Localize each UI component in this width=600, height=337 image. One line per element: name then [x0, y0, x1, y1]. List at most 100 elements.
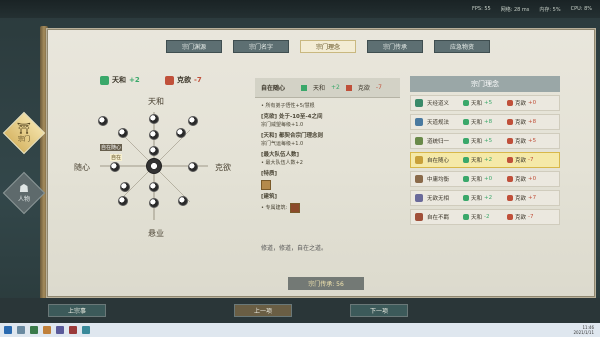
tianhe-label: 天和 [471, 101, 483, 107]
net-readout: 网络: 28 ms [500, 6, 530, 13]
keyu-icon [507, 214, 513, 220]
keyu-icon [507, 100, 513, 106]
keyu-icon [507, 138, 513, 144]
tab-name[interactable]: 宗门名字 [233, 40, 289, 53]
keyu-stat: 克欲 -7 [507, 213, 547, 221]
diagram-node[interactable] [178, 196, 188, 206]
fps-readout: FPS: 55 [472, 6, 491, 12]
philosophy-icon [415, 118, 423, 126]
detail-line: [天和] 都契合宗门理念则 [261, 133, 323, 139]
keyu-label: 克欲 [515, 215, 527, 221]
diagram-node[interactable] [149, 182, 159, 192]
label-right: 克欲 [215, 163, 231, 172]
detail-line: • 所有弟子悟性+5/慧根 [261, 103, 315, 109]
search-icon[interactable] [17, 326, 25, 334]
diagram-node[interactable] [176, 128, 186, 138]
app-icon[interactable] [56, 326, 64, 334]
keyu-val: +0 [528, 100, 537, 106]
tab-origin[interactable]: 宗门渊源 [166, 40, 222, 53]
keyu-val: +7 [528, 195, 537, 201]
diagram-node[interactable] [118, 196, 128, 206]
tab-heritage[interactable]: 宗门传承 [367, 40, 423, 53]
philosophy-row[interactable]: 自在不羁 天和 -2 克欲 -7 [410, 209, 560, 225]
tianhe-val: +5 [484, 100, 493, 106]
tianhe-label: 天和 [471, 177, 483, 183]
trait-icon[interactable] [261, 180, 271, 190]
diagram-node[interactable] [149, 130, 159, 140]
detail-line: 宗门威望每级+1.0 [261, 122, 304, 128]
sect-affairs-button[interactable]: 上宗事 [48, 304, 106, 317]
detail-keyu: 克欲 [357, 85, 370, 92]
next-button[interactable]: 下一项 [350, 304, 408, 317]
diagram-node[interactable] [118, 128, 128, 138]
building-icon[interactable] [290, 203, 301, 213]
keyu-label: 克欲 [515, 158, 527, 164]
start-icon[interactable] [4, 326, 12, 334]
philosophy-row[interactable]: 道统归一 天和 +5 克欲 +5 [410, 133, 560, 149]
keyu-label: 克欲 [515, 101, 527, 107]
keyu-label: 克欲 [515, 120, 527, 126]
diagram-node[interactable] [110, 162, 120, 172]
detail-line: [特质] [261, 171, 278, 177]
diagram-node[interactable] [149, 114, 159, 124]
detail-line: [最大队伍人数] [261, 152, 300, 158]
label-left: 随心 [74, 163, 90, 172]
philosophy-row[interactable]: 天道规法 天和 +8 克欲 +8 [410, 114, 560, 130]
philosophy-row[interactable]: 无欲无相 天和 +2 克欲 +7 [410, 190, 560, 206]
detail-panel: 自在随心 天和 +2 克欲 -7 • 所有弟子悟性+5/慧根 [克欲] 处于-1… [255, 78, 400, 258]
diagram-node[interactable] [120, 182, 130, 192]
tianhe-val: +5 [484, 138, 493, 144]
philosophy-icon [415, 99, 423, 107]
tianhe-stat: 天和 -2 [463, 213, 503, 221]
philosophy-row[interactable]: 天经道义 天和 +5 克欲 +0 [410, 95, 560, 111]
tianhe-label: 天和 [471, 139, 483, 145]
detail-line: [克欲] 处于-10至-4之间 [261, 114, 323, 120]
mem-readout: 内存: 5% [539, 6, 561, 13]
diagram-node[interactable] [188, 162, 198, 172]
prev-button[interactable]: 上一项 [234, 304, 292, 317]
tab-bar: 宗门渊源 宗门名字 宗门理念 宗门传承 应急物资 [166, 40, 490, 53]
side-tab-sect[interactable]: ⛩ 宗门 [2, 111, 46, 155]
keyu-stat: 克欲 +0 [507, 99, 547, 107]
node-label-ziyou: 自在随心 [100, 144, 123, 151]
tianhe-icon [463, 176, 469, 182]
philosophy-row[interactable]: 中庸均衡 天和 +0 克欲 +0 [410, 171, 560, 187]
app-icon[interactable] [30, 326, 38, 334]
keyu-icon [507, 176, 513, 182]
tianhe-icon [301, 84, 308, 91]
tianhe-val: +0 [484, 176, 493, 182]
diagram-node[interactable] [149, 146, 159, 156]
tianhe-icon [463, 157, 469, 163]
detail-footer: 修道，修道，自在之道。 [261, 245, 328, 252]
tab-philosophy[interactable]: 宗门理念 [300, 40, 356, 53]
side-tab-person[interactable]: ☗ 人物 [2, 171, 46, 215]
app-icon[interactable] [43, 326, 51, 334]
clock[interactable]: 11:46 2021/1/11 [573, 325, 594, 335]
philosophy-name: 天道规法 [427, 120, 450, 126]
tianhe-icon [463, 138, 469, 144]
philosophy-name: 天经道义 [427, 101, 450, 107]
keyu-val: +8 [528, 119, 537, 125]
philosophy-icon [415, 156, 423, 164]
keyu-val: +5 [528, 138, 537, 144]
keyu-stat: 克欲 -7 [507, 156, 547, 164]
detail-body: • 所有弟子悟性+5/慧根 [克欲] 处于-10至-4之间 宗门威望每级+1.0… [255, 98, 400, 219]
philosophy-name: 自在不羁 [427, 215, 450, 221]
diagram-node[interactable] [188, 116, 198, 126]
philosophy-diagram: 天和 +2 克欲 -7 天和 随心 克欲 悬业 自在随心 自在 [70, 70, 250, 250]
center-node[interactable] [146, 158, 162, 174]
app-icon[interactable] [69, 326, 77, 334]
tianhe-val: -2 [484, 214, 490, 220]
diagram-node[interactable] [149, 198, 159, 208]
tianhe-label: 天和 [471, 158, 483, 164]
philosophy-row[interactable]: 自在随心 天和 +2 克欲 -7 [410, 152, 560, 168]
detail-line: 宗门气运每级+1.0 [261, 141, 304, 147]
person-icon: ☗ [19, 181, 29, 195]
diagram-node[interactable] [98, 116, 108, 126]
tianhe-val: +2 [484, 157, 493, 163]
tab-supplies[interactable]: 应急物资 [434, 40, 490, 53]
side-tab-sect-label: 宗门 [17, 136, 31, 143]
app-icon[interactable] [82, 326, 90, 334]
os-taskbar: 11:46 2021/1/11 [0, 323, 600, 337]
label-bottom: 悬业 [148, 229, 164, 238]
